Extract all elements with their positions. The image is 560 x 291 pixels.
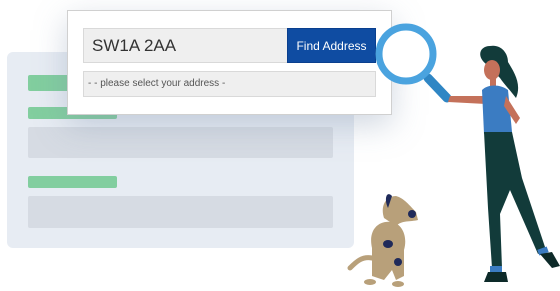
illustration (347, 23, 560, 287)
magnifying-glass-icon (375, 23, 452, 103)
dog-figure (347, 194, 418, 287)
woman-figure (448, 45, 560, 282)
